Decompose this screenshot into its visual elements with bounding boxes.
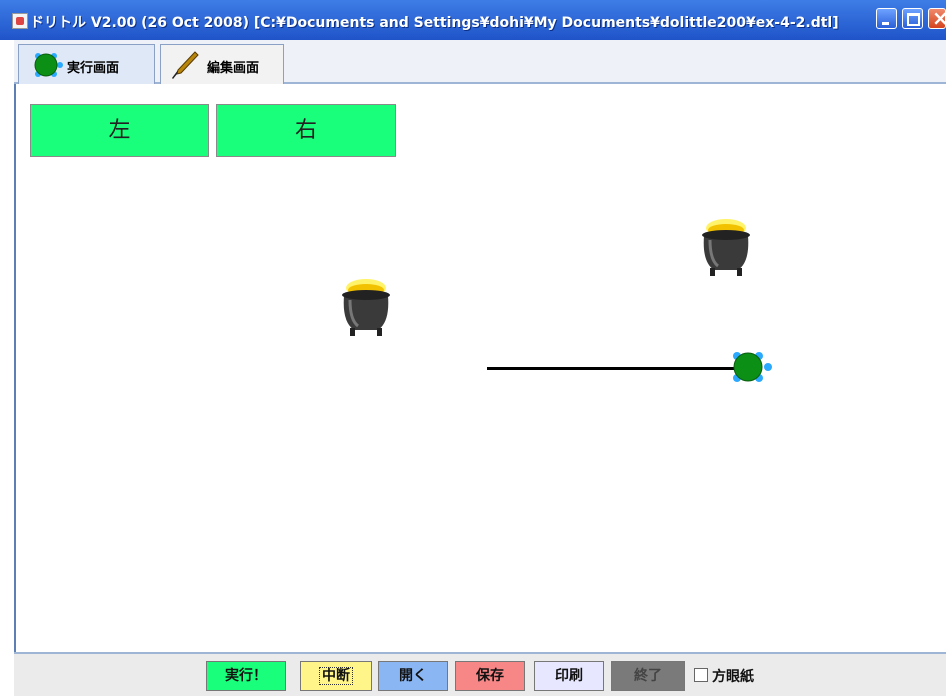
tab-edit-label: 編集画面 <box>207 61 260 76</box>
app-icon[interactable] <box>12 13 28 29</box>
tab-run-label: 実行画面 <box>67 61 120 76</box>
graph-paper-label: 方眼紙 <box>712 669 754 685</box>
gold-pot-icon <box>702 219 750 276</box>
turtle-icon[interactable] <box>728 350 774 384</box>
bottom-toolbar: 実行！ 中断 開く 保存 印刷 終了 方眼紙 <box>14 652 946 696</box>
tab-edit-screen[interactable]: 編集画面 <box>160 44 284 84</box>
graph-paper-toggle[interactable]: 方眼紙 <box>694 666 754 686</box>
pen-icon <box>172 51 199 79</box>
quit-button[interactable]: 終了 <box>611 661 685 691</box>
window-title: ドリトル V2.00 (26 Oct 2008) [C:¥Documents a… <box>30 15 839 31</box>
gold-pot-icon <box>342 279 390 336</box>
left-button[interactable]: 左 <box>30 104 209 157</box>
tab-run-screen[interactable]: 実行画面 <box>18 44 155 84</box>
save-button[interactable]: 保存 <box>455 661 525 691</box>
close-button[interactable] <box>928 6 946 30</box>
right-button[interactable]: 右 <box>216 104 396 157</box>
execution-canvas[interactable]: 左 右 <box>14 84 946 652</box>
turtle-icon <box>34 53 63 77</box>
tab-bar: 実行画面 編集画面 <box>14 40 946 84</box>
print-button[interactable]: 印刷 <box>534 661 604 691</box>
title-bar: ドリトル V2.00 (26 Oct 2008) [C:¥Documents a… <box>0 0 946 40</box>
graph-paper-checkbox[interactable] <box>694 668 708 682</box>
maximize-button[interactable] <box>902 8 923 29</box>
run-button[interactable]: 実行！ <box>206 661 286 691</box>
stop-button[interactable]: 中断 <box>300 661 372 691</box>
minimize-button[interactable] <box>876 8 897 29</box>
stop-button-label: 中断 <box>319 667 353 685</box>
turtle-trail-line <box>487 367 737 370</box>
open-button[interactable]: 開く <box>378 661 448 691</box>
